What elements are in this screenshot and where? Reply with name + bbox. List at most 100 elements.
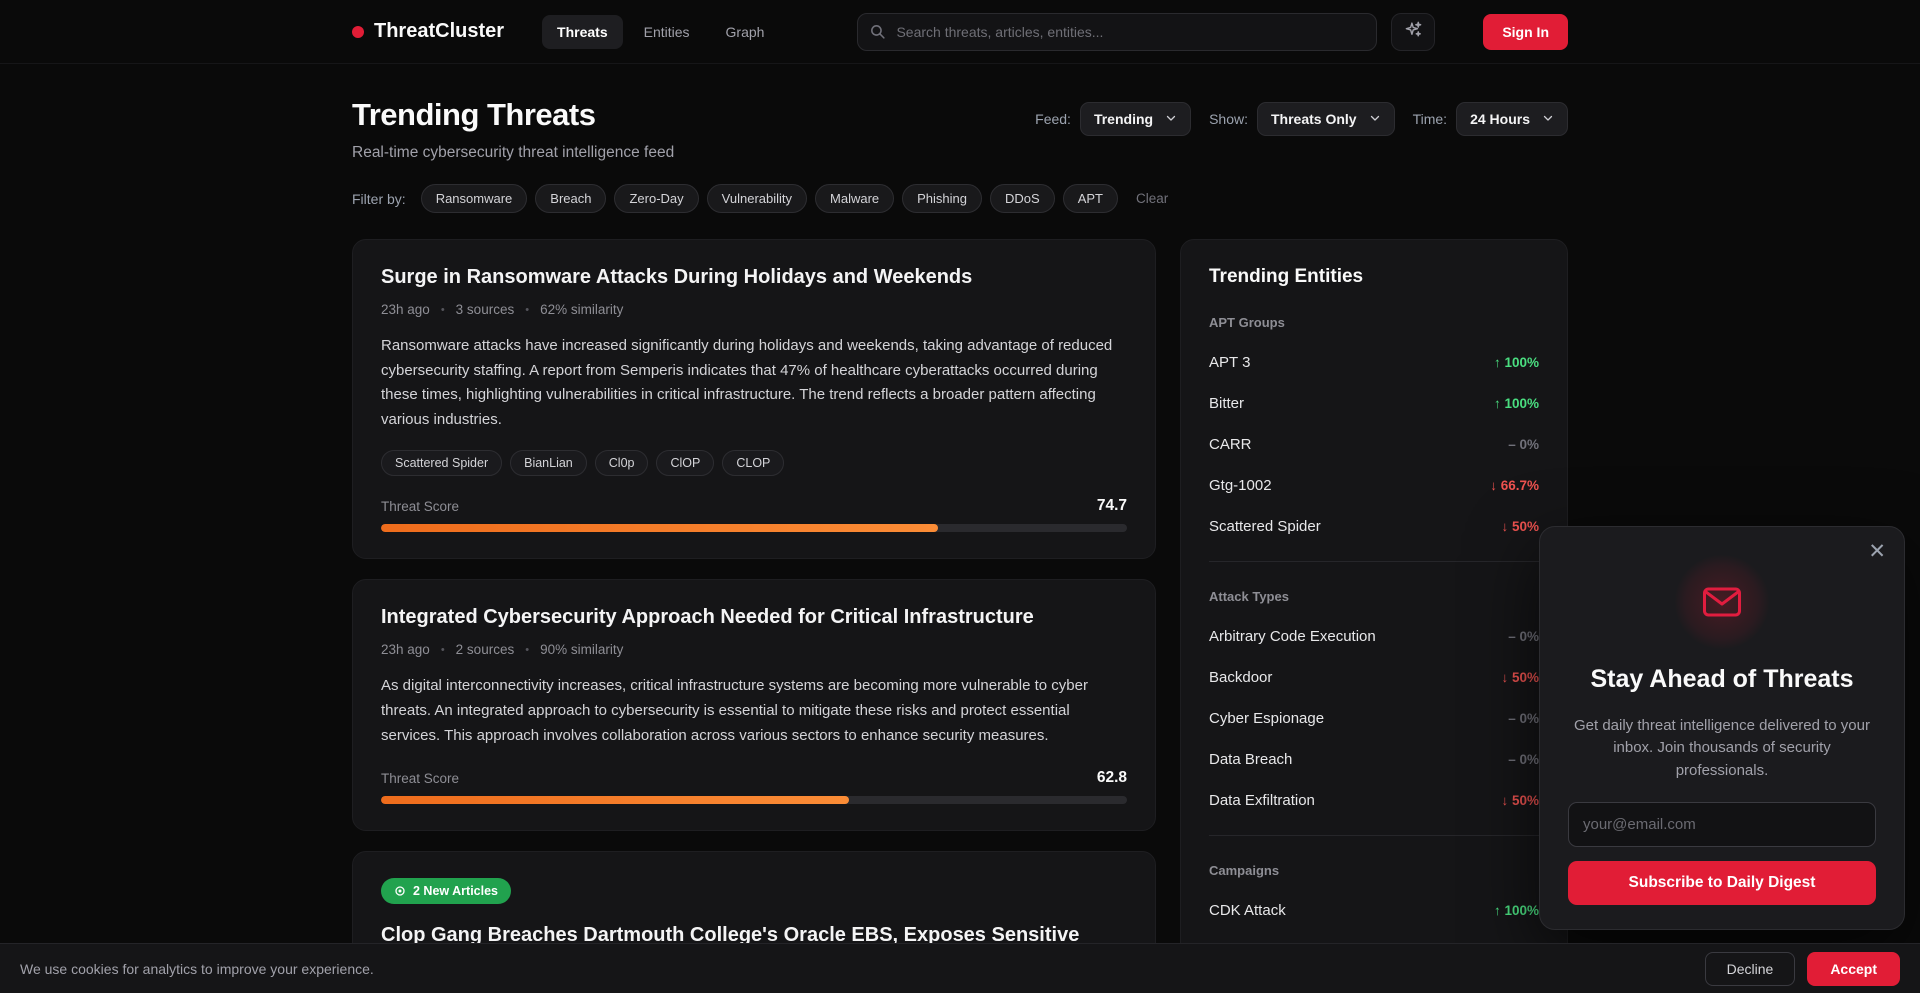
- sidebar-title: Trending Entities: [1209, 266, 1539, 288]
- sparkles-icon: [1404, 20, 1423, 44]
- section-heading-attack-types: Attack Types: [1209, 589, 1539, 604]
- threat-time: 23h ago: [381, 302, 430, 317]
- modal-title: Stay Ahead of Threats: [1568, 665, 1876, 694]
- threat-title[interactable]: Surge in Ransomware Attacks During Holid…: [381, 266, 1127, 289]
- page-header: Trending Threats Real-time cybersecurity…: [352, 97, 1568, 162]
- threat-title[interactable]: Integrated Cybersecurity Approach Needed…: [381, 606, 1127, 629]
- filter-chip-malware[interactable]: Malware: [815, 184, 894, 213]
- modal-description: Get daily threat intelligence delivered …: [1570, 715, 1875, 783]
- threat-score-value: 62.8: [1097, 769, 1127, 787]
- cookie-banner: We use cookies for analytics to improve …: [0, 943, 1920, 993]
- email-field[interactable]: [1568, 802, 1876, 847]
- threat-score-bar-fill: [381, 524, 938, 532]
- chevron-down-icon: [1542, 111, 1554, 127]
- trend-badge: ↑ 100%: [1494, 355, 1539, 370]
- entity-row-carr[interactable]: CARR – 0%: [1209, 436, 1539, 453]
- filter-bar: Filter by: Ransomware Breach Zero-Day Vu…: [352, 184, 1568, 213]
- time-select[interactable]: 24 Hours: [1456, 102, 1568, 136]
- meta-separator: •: [441, 304, 445, 316]
- entity-row-data-breach[interactable]: Data Breach – 0%: [1209, 751, 1539, 768]
- entity-tag[interactable]: BianLian: [510, 450, 587, 476]
- filter-by-label: Filter by:: [352, 191, 406, 207]
- show-select[interactable]: Threats Only: [1257, 102, 1395, 136]
- global-search: [857, 13, 1377, 51]
- threat-similarity: 90% similarity: [540, 642, 623, 657]
- meta-separator: •: [441, 644, 445, 656]
- envelope-icon: [1702, 586, 1742, 618]
- threat-score-bar: [381, 524, 1127, 532]
- filter-chip-ddos[interactable]: DDoS: [990, 184, 1055, 213]
- entity-row-cyber-espionage[interactable]: Cyber Espionage – 0%: [1209, 710, 1539, 727]
- entity-row-gtg-1002[interactable]: Gtg-1002 ↓ 66.7%: [1209, 477, 1539, 494]
- threat-card: Integrated Cybersecurity Approach Needed…: [352, 579, 1156, 831]
- filter-chip-zero-day[interactable]: Zero-Day: [614, 184, 698, 213]
- entity-row-arbitrary-code-execution[interactable]: Arbitrary Code Execution – 0%: [1209, 628, 1539, 645]
- filter-chip-apt[interactable]: APT: [1063, 184, 1118, 213]
- entity-tag[interactable]: ClOP: [656, 450, 714, 476]
- threat-summary: As digital interconnectivity increases, …: [381, 674, 1127, 748]
- entity-row-backdoor[interactable]: Backdoor ↓ 50%: [1209, 669, 1539, 686]
- ai-search-button[interactable]: [1391, 13, 1435, 51]
- filter-chip-phishing[interactable]: Phishing: [902, 184, 982, 213]
- threat-summary: Ransomware attacks have increased signif…: [381, 334, 1127, 432]
- trend-badge: ↓ 50%: [1501, 519, 1539, 534]
- trend-badge: – 0%: [1508, 629, 1539, 644]
- threat-card: Surge in Ransomware Attacks During Holid…: [352, 239, 1156, 559]
- entity-row-scattered-spider[interactable]: Scattered Spider ↓ 50%: [1209, 518, 1539, 535]
- meta-separator: •: [525, 644, 529, 656]
- divider: [1209, 561, 1539, 562]
- entity-row-cdk-attack[interactable]: CDK Attack ↑ 100%: [1209, 902, 1539, 919]
- subscribe-button[interactable]: Subscribe to Daily Digest: [1568, 861, 1876, 905]
- filter-chip-breach[interactable]: Breach: [535, 184, 606, 213]
- threat-score-label: Threat Score: [381, 499, 459, 514]
- search-icon: [869, 23, 886, 45]
- threat-meta: 23h ago • 3 sources • 62% similarity: [381, 302, 1127, 317]
- time-select-value: 24 Hours: [1470, 111, 1530, 127]
- entity-row-apt-3[interactable]: APT 3 ↑ 100%: [1209, 354, 1539, 371]
- feed-select[interactable]: Trending: [1080, 102, 1191, 136]
- entity-row-bitter[interactable]: Bitter ↑ 100%: [1209, 395, 1539, 412]
- threat-time: 23h ago: [381, 642, 430, 657]
- brand-logo[interactable]: ThreatCluster: [352, 20, 504, 43]
- page-subtitle: Real-time cybersecurity threat intellige…: [352, 144, 674, 162]
- decline-button[interactable]: Decline: [1705, 952, 1796, 986]
- nav-item-threats[interactable]: Threats: [542, 15, 623, 49]
- new-articles-icon: [394, 885, 406, 897]
- filter-chip-ransomware[interactable]: Ransomware: [421, 184, 528, 213]
- section-heading-campaigns: Campaigns: [1209, 863, 1539, 878]
- accept-button[interactable]: Accept: [1807, 952, 1900, 986]
- sign-in-button[interactable]: Sign In: [1483, 14, 1568, 50]
- threat-meta: 23h ago • 2 sources • 90% similarity: [381, 642, 1127, 657]
- brand-name: ThreatCluster: [374, 20, 504, 43]
- trending-entities-sidebar: Trending Entities APT Groups APT 3 ↑ 100…: [1180, 239, 1568, 993]
- mail-glow: [1675, 555, 1769, 649]
- cookie-message: We use cookies for analytics to improve …: [20, 961, 374, 977]
- entity-tag[interactable]: CLOP: [722, 450, 784, 476]
- new-articles-badge: 2 New Articles: [381, 878, 511, 904]
- meta-separator: •: [525, 304, 529, 316]
- filter-chip-vulnerability[interactable]: Vulnerability: [707, 184, 807, 213]
- section-heading-apt-groups: APT Groups: [1209, 315, 1539, 330]
- search-input[interactable]: [857, 13, 1377, 51]
- show-select-value: Threats Only: [1271, 111, 1357, 127]
- chevron-down-icon: [1369, 111, 1381, 127]
- page-title: Trending Threats: [352, 97, 674, 133]
- clear-filters-button[interactable]: Clear: [1136, 191, 1168, 206]
- threat-score-value: 74.7: [1097, 497, 1127, 515]
- nav-item-entities[interactable]: Entities: [629, 15, 705, 49]
- close-icon[interactable]: ✕: [1868, 541, 1886, 562]
- nav-item-graph[interactable]: Graph: [711, 15, 780, 49]
- trend-badge: ↓ 50%: [1501, 793, 1539, 808]
- time-label: Time:: [1413, 111, 1447, 127]
- entity-tag[interactable]: Scattered Spider: [381, 450, 502, 476]
- trend-badge: – 0%: [1508, 752, 1539, 767]
- main-nav: Threats Entities Graph: [542, 15, 779, 49]
- chevron-down-icon: [1165, 111, 1177, 127]
- feed-controls: Feed: Trending Show: Threats Only: [1035, 102, 1568, 136]
- trend-badge: ↑ 100%: [1494, 396, 1539, 411]
- entity-row-data-exfiltration[interactable]: Data Exfiltration ↓ 50%: [1209, 792, 1539, 809]
- threat-score-bar: [381, 796, 1127, 804]
- entity-tag[interactable]: Cl0p: [595, 450, 649, 476]
- trend-badge: – 0%: [1508, 711, 1539, 726]
- threat-score-bar-fill: [381, 796, 849, 804]
